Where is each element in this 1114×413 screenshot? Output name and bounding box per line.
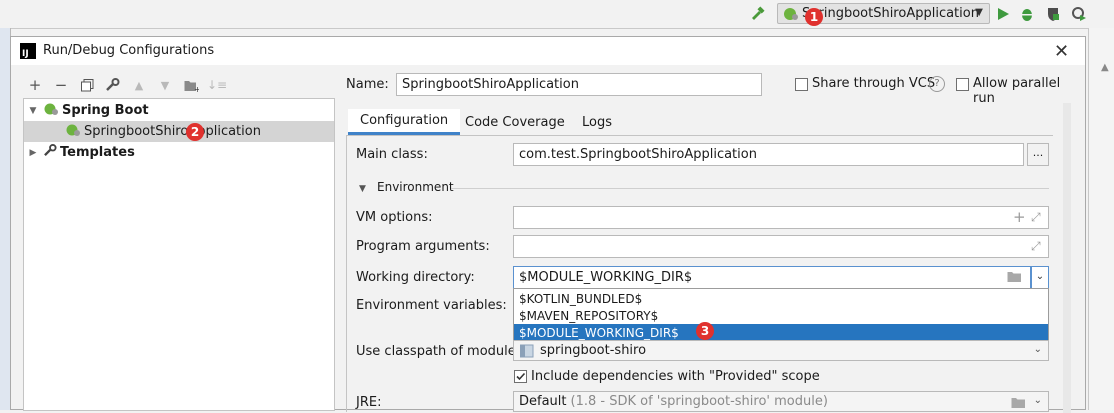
chevron-up-icon[interactable]: ▲ — [1101, 62, 1109, 73]
module-icon — [519, 344, 534, 362]
name-input[interactable]: SpringbootShiroApplication — [396, 73, 762, 96]
ide-background-right: ▲ — [1088, 28, 1114, 410]
spring-boot-app-icon — [66, 123, 81, 141]
parallel-run-checkbox[interactable] — [956, 78, 969, 91]
tree-label: Templates — [60, 145, 135, 160]
env-vars-label: Environment variables: — [356, 298, 507, 313]
chevron-down-icon: ⌄ — [1033, 344, 1042, 355]
tab-logs[interactable]: Logs — [570, 109, 624, 135]
collapse-arrow-icon[interactable]: ▶ — [27, 148, 39, 158]
run-icon[interactable] — [993, 4, 1013, 24]
move-up-icon[interactable]: ▲ — [129, 75, 149, 95]
ide-toolbar: SpringbootShiroApplication ▼ 1 — [0, 0, 1114, 29]
wrench-icon — [44, 144, 57, 161]
spring-boot-icon — [44, 102, 59, 120]
jre-value: Default — [519, 394, 567, 409]
main-class-label: Main class: — [356, 147, 428, 162]
tree-node-spring-boot[interactable]: ▼ Spring Boot — [24, 100, 334, 121]
browse-button[interactable]: ... — [1027, 143, 1049, 166]
working-dir-dropdown-button[interactable]: ⌄ — [1031, 266, 1049, 289]
working-dir-dropdown-list: $KOTLIN_BUNDLED$ $MAVEN_REPOSITORY$ $MOD… — [513, 288, 1049, 342]
coverage-shield-icon[interactable] — [1043, 4, 1063, 24]
program-args-input[interactable] — [513, 235, 1049, 258]
working-dir-label: Working directory: — [356, 270, 475, 285]
annotation-badge-2: 2 — [186, 123, 204, 141]
scrollbar[interactable] — [1063, 103, 1071, 413]
run-configuration-name: SpringbootShiroApplication — [802, 6, 979, 21]
tree-node-templates[interactable]: ▶ Templates — [24, 142, 334, 163]
tree-label: Spring Boot — [62, 103, 149, 118]
tab-configuration[interactable]: Configuration — [348, 109, 461, 135]
configuration-tree: ▼ Spring Boot SpringbootShiroApplication… — [23, 98, 335, 411]
tree-node-application[interactable]: SpringbootShiroApplication — [24, 121, 334, 142]
dialog-title: Run/Debug Configurations — [43, 43, 215, 58]
run-debug-dialog: IJ Run/Debug Configurations ✕ + − ▲ ▼ + … — [10, 36, 1086, 413]
dialog-titlebar: IJ Run/Debug Configurations ✕ — [11, 37, 1085, 65]
tab-code-coverage[interactable]: Code Coverage — [453, 109, 577, 135]
parallel-run-label: Allow parallel run — [973, 76, 1061, 106]
dropdown-option[interactable]: $KOTLIN_BUNDLED$ — [514, 290, 1048, 307]
environment-collapse-icon[interactable]: ▼ — [359, 184, 366, 194]
classpath-module-select[interactable]: springboot-shiro ⌄ — [513, 340, 1049, 361]
add-icon[interactable]: + — [25, 75, 45, 95]
vm-options-input[interactable] — [513, 206, 1049, 229]
expand-icon[interactable]: ⤢ — [1031, 239, 1041, 254]
folder-icon[interactable] — [1011, 396, 1026, 413]
chevron-down-icon: ▼ — [975, 7, 983, 18]
add-icon[interactable]: + — [1013, 208, 1026, 226]
close-icon[interactable]: ✕ — [1054, 41, 1069, 62]
jre-select[interactable]: Default (1.8 - SDK of 'springboot-shiro'… — [513, 391, 1049, 412]
svg-text:+: + — [194, 85, 199, 92]
intellij-logo-icon: IJ — [20, 43, 36, 59]
share-vcs-label: Share through VCS — [812, 76, 936, 91]
annotation-badge-1: 1 — [805, 8, 823, 26]
tree-label: SpringbootShiroApplication — [84, 124, 261, 139]
copy-icon[interactable] — [77, 75, 97, 95]
name-label: Name: — [346, 77, 389, 92]
dropdown-option[interactable]: $MAVEN_REPOSITORY$ — [514, 307, 1048, 324]
dropdown-option-selected[interactable]: $MODULE_WORKING_DIR$ — [514, 324, 1048, 341]
annotation-badge-3: 3 — [696, 322, 714, 340]
remove-icon[interactable]: − — [51, 75, 71, 95]
jre-label: JRE: — [356, 395, 382, 410]
include-deps-label: Include dependencies with "Provided" sco… — [531, 369, 820, 384]
environment-section-label: Environment — [377, 180, 454, 194]
include-deps-checkbox[interactable] — [514, 370, 527, 383]
build-hammer-icon[interactable] — [748, 4, 768, 24]
section-divider — [451, 188, 1049, 189]
classpath-label: Use classpath of module: — [356, 344, 521, 359]
program-args-label: Program arguments: — [356, 239, 490, 254]
spring-boot-icon — [783, 6, 799, 26]
sort-icon[interactable]: ↓≡ — [207, 75, 227, 95]
folder-add-icon[interactable]: + — [181, 75, 201, 95]
profile-icon[interactable] — [1069, 4, 1089, 24]
move-down-icon[interactable]: ▼ — [155, 75, 175, 95]
debug-bug-icon[interactable] — [1017, 4, 1037, 24]
folder-icon[interactable] — [1007, 270, 1022, 287]
jre-detail: (1.8 - SDK of 'springboot-shiro' module) — [570, 394, 828, 409]
chevron-down-icon: ⌄ — [1033, 395, 1042, 406]
vm-options-label: VM options: — [356, 210, 433, 225]
main-class-input[interactable]: com.test.SpringbootShiroApplication — [513, 143, 1024, 166]
classpath-module-value: springboot-shiro — [540, 343, 647, 358]
wrench-icon[interactable] — [103, 75, 123, 95]
share-vcs-checkbox[interactable] — [795, 78, 808, 91]
working-dir-input[interactable]: $MODULE_WORKING_DIR$ — [513, 266, 1031, 289]
help-icon[interactable]: ? — [929, 76, 945, 92]
expand-icon[interactable]: ⤢ — [1031, 210, 1041, 225]
expand-arrow-icon[interactable]: ▼ — [27, 106, 39, 116]
